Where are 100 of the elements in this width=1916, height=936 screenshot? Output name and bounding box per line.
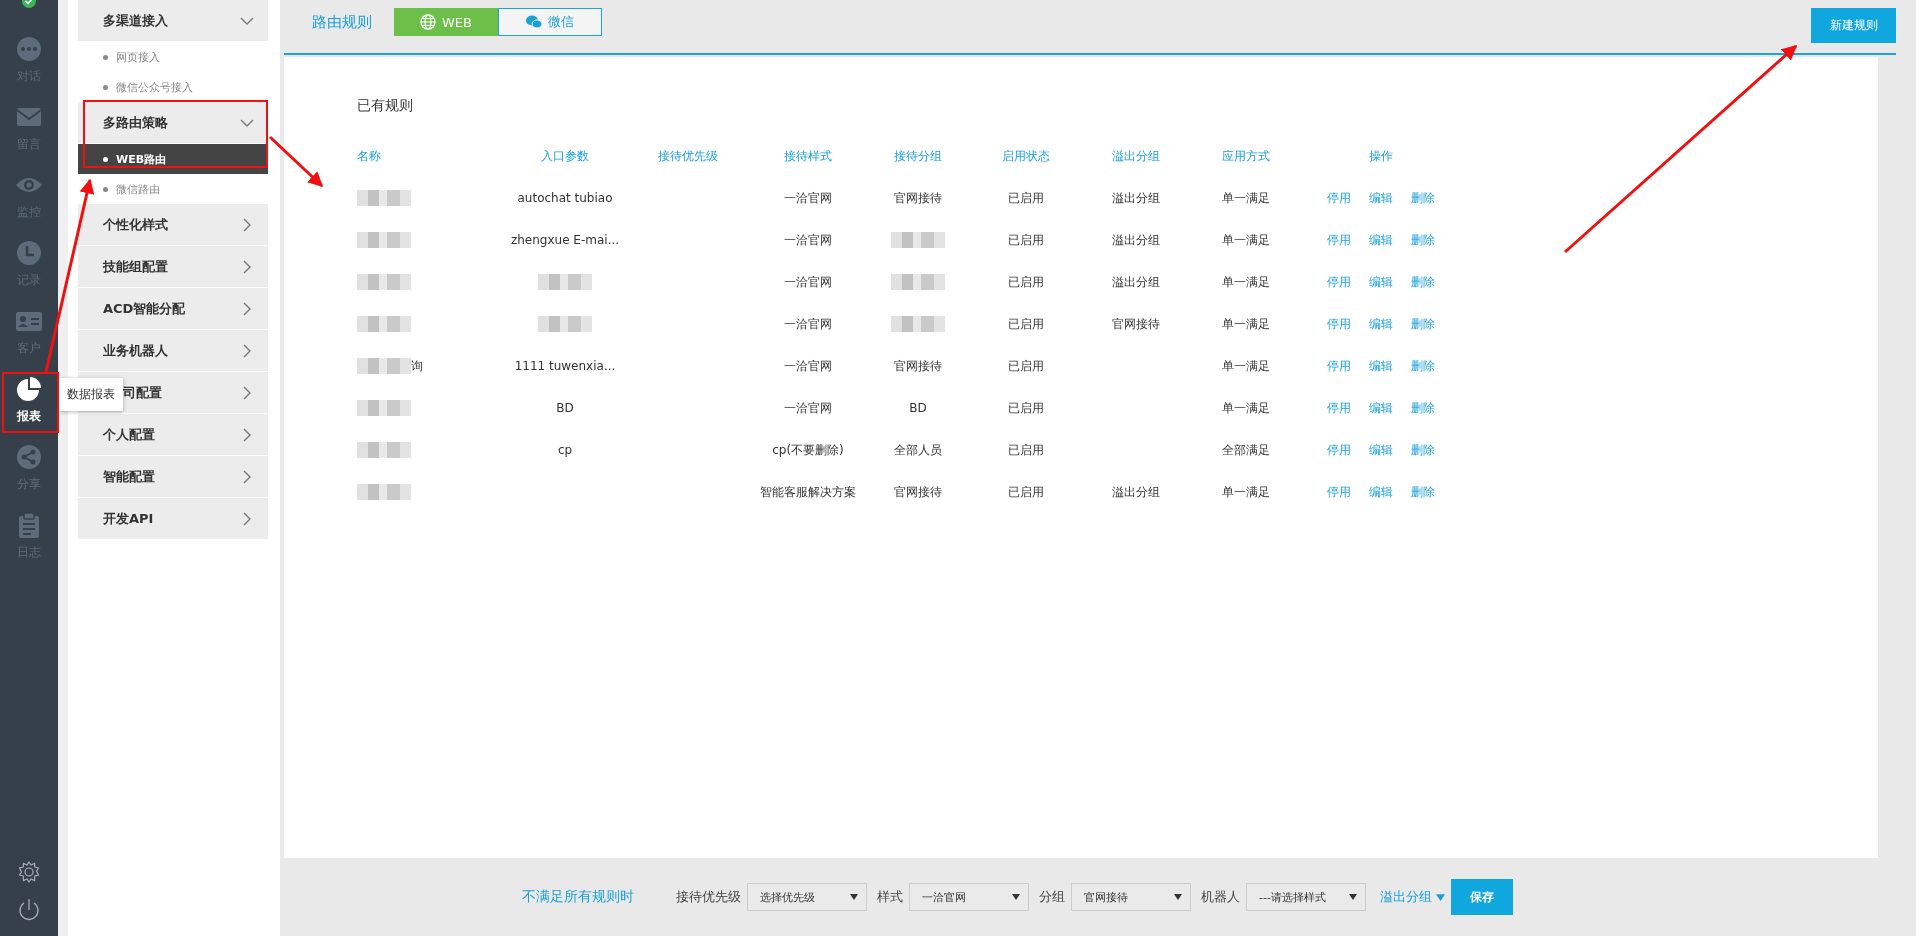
table-cell: 一洽官网 bbox=[784, 189, 832, 207]
save-button[interactable]: 保存 bbox=[1451, 879, 1513, 915]
share-icon bbox=[15, 443, 43, 472]
clock-icon bbox=[15, 239, 43, 268]
table-cell: 溢出分组 bbox=[1112, 189, 1160, 207]
action-link[interactable]: 停用 bbox=[1327, 357, 1351, 375]
action-link[interactable]: 编辑 bbox=[1369, 483, 1393, 501]
action-link[interactable]: 停用 bbox=[1327, 399, 1351, 417]
select-field[interactable]: 一洽官网 bbox=[909, 883, 1029, 911]
chat-icon bbox=[15, 35, 43, 64]
blurred-text bbox=[538, 316, 592, 332]
menu-header[interactable]: 多渠道接入 bbox=[78, 0, 268, 41]
field-label: 分组 bbox=[1039, 888, 1065, 906]
table-cell: 单一满足 bbox=[1222, 315, 1270, 333]
action-link[interactable]: 删除 bbox=[1411, 357, 1435, 375]
table-cell: 一洽官网 bbox=[784, 399, 832, 417]
action-link[interactable]: 编辑 bbox=[1369, 315, 1393, 333]
select-field[interactable]: 选择优先级 bbox=[747, 883, 867, 911]
table-cell: 一洽官网 bbox=[784, 231, 832, 249]
select-field[interactable]: ---请选择样式 bbox=[1246, 883, 1366, 911]
tooltip: 数据报表 bbox=[59, 378, 123, 411]
action-link[interactable]: 编辑 bbox=[1369, 231, 1393, 249]
table-cell: 已启用 bbox=[1008, 189, 1044, 207]
action-link[interactable]: 删除 bbox=[1411, 189, 1435, 207]
action-link[interactable]: 停用 bbox=[1327, 483, 1351, 501]
action-link[interactable]: 编辑 bbox=[1369, 399, 1393, 417]
channel-tab[interactable]: 微信 bbox=[498, 8, 602, 36]
settings-icon[interactable] bbox=[17, 860, 41, 884]
column-header: 启用状态 bbox=[1002, 147, 1050, 165]
menu-header[interactable]: 个性化样式 bbox=[78, 204, 268, 245]
pie-icon bbox=[15, 375, 43, 404]
column-header: 入口参数 bbox=[541, 147, 589, 165]
dropdown-caret-icon bbox=[1174, 894, 1182, 900]
menu-header[interactable]: ACD智能分配 bbox=[78, 288, 268, 329]
field-label: 样式 bbox=[877, 888, 903, 906]
table-cell: 单一满足 bbox=[1222, 231, 1270, 249]
action-link[interactable]: 停用 bbox=[1327, 315, 1351, 333]
action-link[interactable]: 停用 bbox=[1327, 273, 1351, 291]
rail-item[interactable]: 报表 bbox=[0, 366, 58, 434]
globe-icon bbox=[420, 14, 436, 30]
action-link[interactable]: 删除 bbox=[1411, 315, 1435, 333]
menu-header[interactable]: 多路由策略 bbox=[78, 102, 268, 143]
menu-header[interactable]: 个人配置 bbox=[78, 414, 268, 455]
annotation-arrow bbox=[268, 135, 324, 188]
power-icon[interactable] bbox=[17, 898, 41, 922]
table-cell: 已启用 bbox=[1008, 231, 1044, 249]
column-header: 操作 bbox=[1369, 147, 1393, 165]
action-link[interactable]: 编辑 bbox=[1369, 441, 1393, 459]
table-cell: BD bbox=[556, 401, 574, 415]
table-cell: 已启用 bbox=[1008, 273, 1044, 291]
submenu-item[interactable]: 微信路由 bbox=[78, 174, 268, 204]
blurred-text bbox=[357, 442, 411, 458]
menu-header[interactable]: 业务机器人 bbox=[78, 330, 268, 371]
table-cell: 已启用 bbox=[1008, 483, 1044, 501]
fallback-label: 不满足所有规则时 bbox=[522, 888, 634, 906]
menu-header[interactable]: 技能组配置 bbox=[78, 246, 268, 287]
table-cell: 全部满足 bbox=[1222, 441, 1270, 459]
overflow-group-link[interactable]: 溢出分组 bbox=[1380, 888, 1445, 906]
blurred-text bbox=[357, 316, 411, 332]
column-header: 溢出分组 bbox=[1112, 147, 1160, 165]
table-cell: 官网接待 bbox=[894, 483, 942, 501]
menu-header[interactable]: 开发API bbox=[78, 498, 268, 539]
action-link[interactable]: 停用 bbox=[1327, 189, 1351, 207]
table-cell: 官网接待 bbox=[1112, 315, 1160, 333]
table-cell: 官网接待 bbox=[894, 189, 942, 207]
table-cell: zhengxue E-mai... bbox=[510, 233, 620, 247]
submenu-item[interactable]: WEB路由 bbox=[78, 144, 268, 174]
action-link[interactable]: 删除 bbox=[1411, 399, 1435, 417]
blurred-text bbox=[357, 484, 411, 500]
table-cell: 溢出分组 bbox=[1112, 483, 1160, 501]
menu-header[interactable]: 智能配置 bbox=[78, 456, 268, 497]
column-header: 接待优先级 bbox=[658, 147, 718, 165]
submenu-item[interactable]: 网页接入 bbox=[78, 42, 268, 72]
table-cell: 已启用 bbox=[1008, 315, 1044, 333]
action-link[interactable]: 删除 bbox=[1411, 441, 1435, 459]
action-link[interactable]: 删除 bbox=[1411, 231, 1435, 249]
blurred-text bbox=[357, 274, 411, 290]
dropdown-caret-icon bbox=[1436, 894, 1445, 901]
table-cell: 单一满足 bbox=[1222, 483, 1270, 501]
blurred-text bbox=[891, 316, 945, 332]
select-field[interactable]: 官网接待 bbox=[1071, 883, 1191, 911]
action-link[interactable]: 编辑 bbox=[1369, 357, 1393, 375]
action-link[interactable]: 编辑 bbox=[1369, 273, 1393, 291]
channel-tab[interactable]: WEB bbox=[394, 8, 498, 36]
section-title: 已有规则 bbox=[357, 97, 414, 115]
submenu-item[interactable]: 微信公众号接入 bbox=[78, 72, 268, 102]
blurred-text bbox=[357, 400, 411, 416]
table-cell: cp(不要删除) bbox=[772, 441, 844, 459]
dropdown-caret-icon bbox=[1349, 894, 1357, 900]
action-link[interactable]: 停用 bbox=[1327, 441, 1351, 459]
dropdown-caret-icon bbox=[850, 894, 858, 900]
action-link[interactable]: 编辑 bbox=[1369, 189, 1393, 207]
action-link[interactable]: 删除 bbox=[1411, 273, 1435, 291]
action-link[interactable]: 停用 bbox=[1327, 231, 1351, 249]
action-link[interactable]: 删除 bbox=[1411, 483, 1435, 501]
new-rule-button[interactable]: 新建规则 bbox=[1811, 7, 1896, 43]
table-cell: 单一满足 bbox=[1222, 399, 1270, 417]
table-cell: 1111 tuwenxia... bbox=[514, 359, 616, 373]
table-cell: BD bbox=[909, 401, 927, 415]
field-label: 接待优先级 bbox=[676, 888, 741, 906]
